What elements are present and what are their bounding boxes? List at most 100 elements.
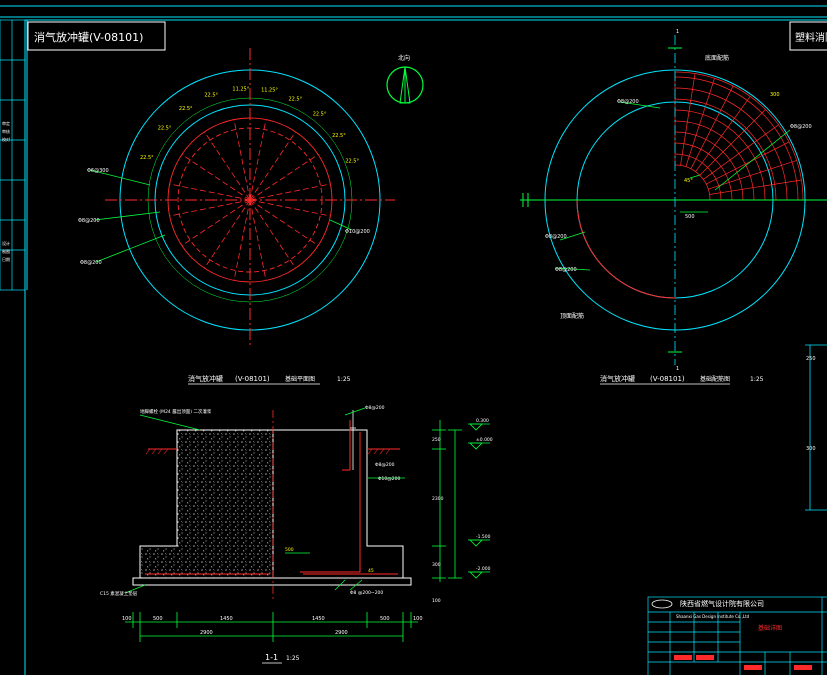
- radial-rebar: [695, 96, 751, 172]
- svg-text:1:25: 1:25: [750, 376, 764, 383]
- section-caption: 1-1 1:25: [262, 653, 300, 664]
- dim-bottom: 1450: [312, 616, 325, 622]
- strip-label: 制图: [2, 248, 10, 254]
- svg-text:消气放冲罐: 消气放冲罐: [188, 374, 223, 383]
- strip-label: 设计: [2, 240, 10, 246]
- right-partial-view: 250 300: [805, 344, 827, 511]
- angle-label: 22.5°: [204, 93, 218, 99]
- svg-text:1-1: 1-1: [265, 653, 278, 662]
- rebar-callout: Φ8@200: [790, 124, 812, 130]
- right-dim: 100: [432, 598, 441, 604]
- rebar-caption: 消气放冲罐 (V-08101) 基础配筋图 1:25: [600, 374, 764, 385]
- section-pad-note: C15 素混凝土垫层: [100, 590, 138, 597]
- level-mark: -1.500: [476, 534, 491, 540]
- rebar-bottom-label: 顶面配筋: [560, 312, 584, 320]
- section-mark: 1: [676, 366, 679, 372]
- angle-label: 11.25°: [261, 88, 278, 94]
- right-dim: 2300: [432, 496, 444, 502]
- rebar-top-label: 底面配筋: [705, 54, 729, 62]
- section-rebar-note: Φ8@200: [365, 405, 385, 411]
- section-label-45: 45: [368, 568, 374, 574]
- radial-rebar: [249, 199, 296, 269]
- radial-rebar: [249, 154, 319, 201]
- dim-outer: 100: [413, 616, 423, 622]
- rebar-callout: Φ8@200: [617, 99, 639, 105]
- svg-text:(V-08101): (V-08101): [650, 375, 685, 383]
- svg-text:(V-08101): (V-08101): [235, 375, 270, 383]
- plan-callout: Φ10@200: [345, 229, 370, 235]
- section-top-note: 地脚螺栓 (M24 露出顶面) 二次灌浆: [140, 408, 212, 415]
- angle-label: 22.5°: [345, 158, 359, 164]
- right-dim: 300: [432, 562, 441, 568]
- dim-bottom: 500: [153, 616, 163, 622]
- plan-callout: Φ6@300: [87, 168, 109, 174]
- dim-outer: 100: [122, 616, 132, 622]
- rebar-dim-300: 300: [770, 92, 780, 98]
- radial-rebar: [181, 199, 251, 246]
- dim-bottom: 500: [380, 616, 390, 622]
- section-rebar-note: Φ10@200: [378, 476, 400, 482]
- svg-text:消气放冲罐(V-08101): 消气放冲罐(V-08101): [34, 30, 143, 44]
- angle-label: 22.5°: [313, 112, 327, 118]
- radial-rebar: [703, 124, 779, 180]
- north-arrow-icon: 北向: [386, 54, 424, 104]
- section-rebar-note: Φ8 @200~200: [350, 590, 383, 596]
- company-name-en: Shaanxi Gas Design Institute Co.,Ltd: [676, 614, 750, 619]
- plan-callout: Φ8@200: [80, 260, 102, 266]
- plan-callout: Φ8@200: [78, 218, 100, 224]
- company-logo-icon: [651, 599, 673, 609]
- rebar-view: 底面配筋 顶面配筋 Φ8@200 Φ8@200 Φ8@200 Φ8@200 50…: [520, 29, 827, 372]
- angle-label: 22.5°: [140, 155, 154, 161]
- level-mark: 0.300: [476, 418, 489, 424]
- north-label: 北向: [398, 54, 410, 62]
- angle-label: 22.5°: [288, 96, 302, 102]
- angle-label: 22.5°: [158, 125, 172, 131]
- section-rebar-note: Φ8@200: [375, 462, 395, 468]
- title-block: [647, 596, 827, 675]
- drawing-name: 基础详图: [758, 624, 782, 632]
- right-dim: 250: [432, 437, 441, 443]
- radial-rebar: [204, 131, 251, 201]
- radial-rebar: [699, 109, 766, 176]
- rebar-callout: Φ8@200: [545, 234, 567, 240]
- svg-text:塑料消防给: 塑料消防给: [795, 31, 827, 44]
- section-mark: 1: [676, 29, 679, 35]
- radial-rebar: [709, 179, 802, 195]
- strip-label: 审定: [2, 120, 10, 126]
- dim-bottom-total: 2900: [200, 630, 213, 636]
- rebar-dim-500: 500: [685, 214, 695, 220]
- plan-caption: 消气放冲罐 (V-08101) 基础平面图 1:25: [188, 374, 351, 385]
- dim-bottom-total: 2900: [335, 630, 348, 636]
- left-strip-labels: 审定 审核 校对 设计 制图 日期: [2, 120, 10, 262]
- strip-label: 校对: [2, 136, 10, 142]
- svg-text:300: 300: [806, 446, 816, 452]
- title-box-left: 消气放冲罐(V-08101): [27, 21, 166, 51]
- svg-text:1:25: 1:25: [337, 376, 351, 383]
- svg-text:基础配筋图: 基础配筋图: [700, 375, 730, 383]
- plan-view: 11.25° 11.25° 22.5° 22.5° 22.5° 22.5° 22.5° 22.…: [78, 48, 395, 348]
- title-box-right: 塑料消防给: [789, 21, 827, 51]
- radial-rebar: [181, 154, 251, 201]
- radial-rebar: [249, 199, 319, 246]
- strip-label: 审核: [2, 128, 10, 134]
- radial-rebar: [204, 199, 251, 269]
- cad-drawing: 审定 审核 校对 设计 制图 日期 消气放冲罐(V-08101) 塑料消防给 1…: [0, 5, 827, 675]
- svg-text:1:25: 1:25: [286, 655, 300, 662]
- angle-label: 22.5°: [332, 133, 346, 139]
- radial-rebar: [249, 131, 296, 201]
- section-view: 地脚螺栓 (M24 露出顶面) 二次灌浆 Φ8@200 Φ8@200 Φ10@2…: [100, 405, 493, 642]
- rebar-callout: Φ8@200: [555, 267, 577, 273]
- angle-label: 22.5°: [179, 106, 193, 112]
- level-mark: -2.000: [476, 566, 491, 572]
- svg-text:消气放冲罐: 消气放冲罐: [600, 374, 635, 383]
- section-label-500: 500: [285, 547, 294, 553]
- company-name-cn: 陕西省燃气设计院有限公司: [680, 599, 764, 608]
- svg-text:基础平面图: 基础平面图: [285, 375, 315, 383]
- title-block-cells: [674, 655, 812, 670]
- level-mark: ±0.000: [476, 437, 493, 443]
- angle-label: 11.25°: [232, 86, 249, 92]
- strip-label: 日期: [2, 256, 10, 262]
- svg-text:250: 250: [806, 356, 816, 362]
- rebar-dim-45: 45°: [684, 178, 693, 184]
- radial-rebar: [680, 73, 696, 166]
